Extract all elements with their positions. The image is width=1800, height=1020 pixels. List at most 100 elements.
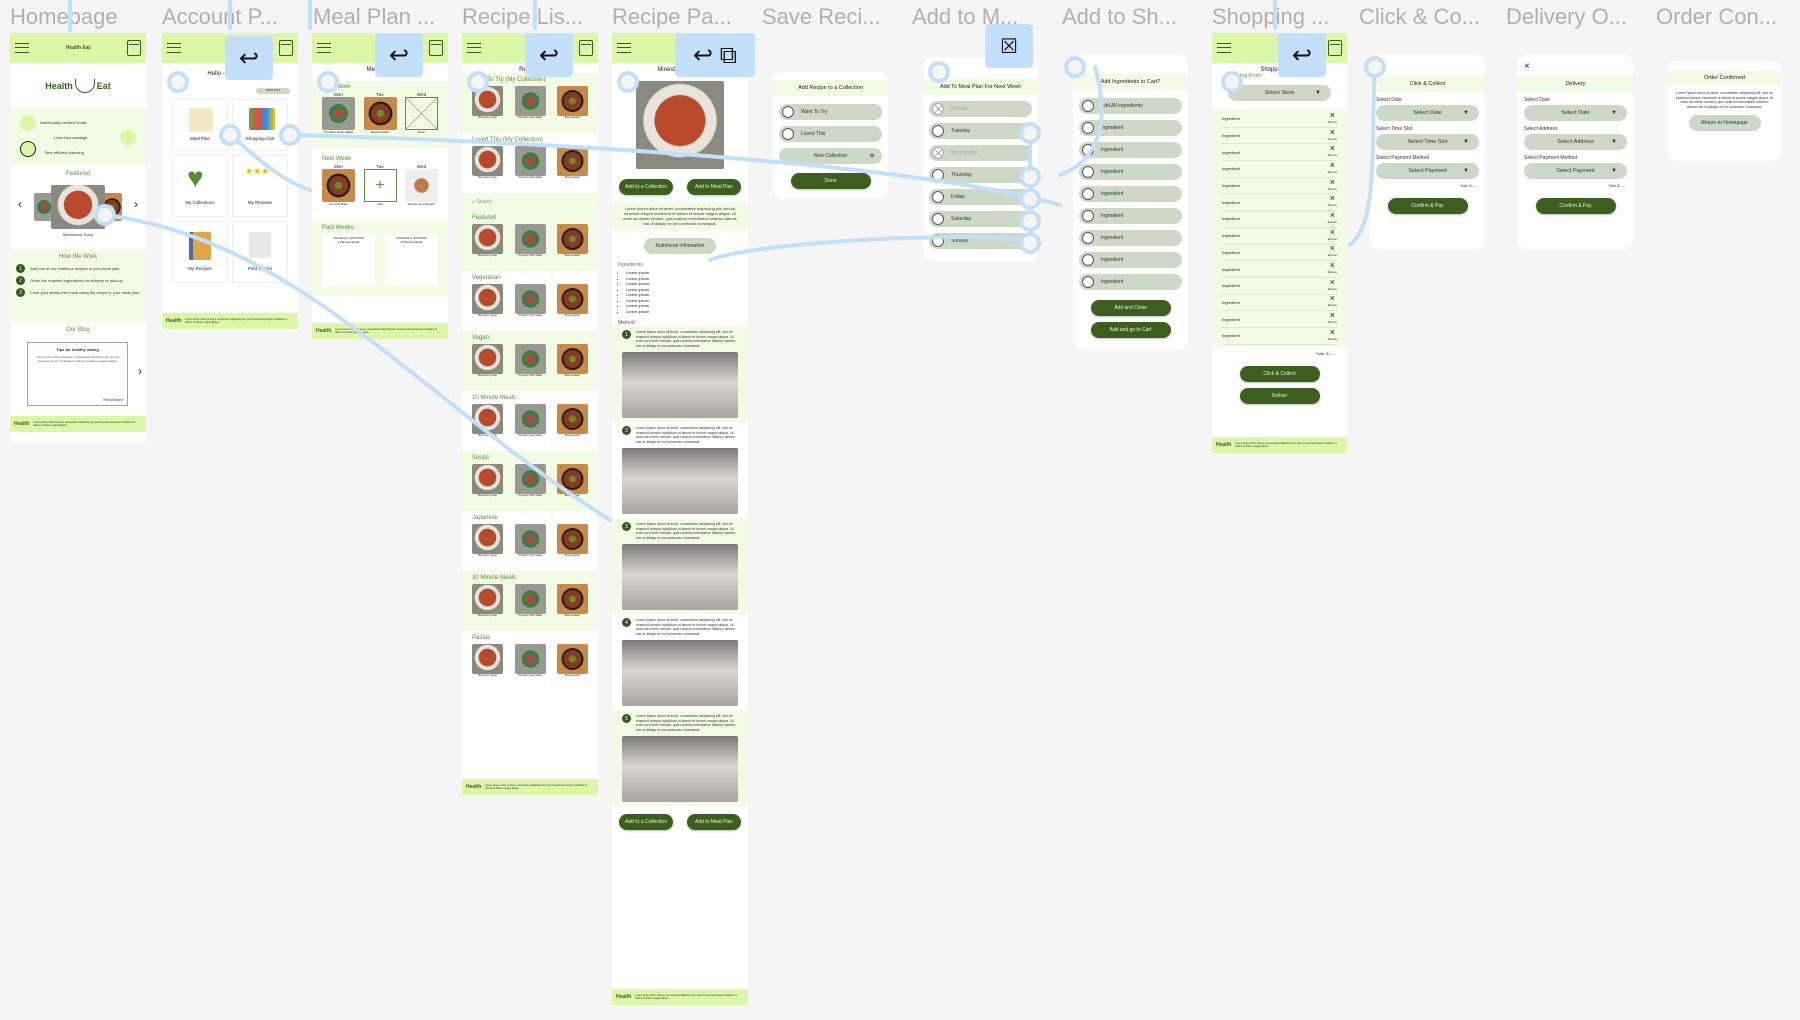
calendar-icon[interactable] — [1328, 40, 1342, 56]
time-slot-dropdown[interactable]: Select Time Slot — [1376, 134, 1479, 150]
recipe-card[interactable]: Minestrone Soup — [472, 86, 503, 119]
recipe-card[interactable]: Pumpkin Grain Salad — [514, 584, 546, 617]
recipe-card[interactable]: Beef Goulash — [557, 404, 588, 437]
tile-my-collections[interactable]: ♥ My Collections — [172, 155, 228, 217]
frame-title-save-recipe[interactable]: Save Reci... — [762, 4, 881, 30]
blog-card[interactable]: Tips for healthy eating Lorem ipsum dolo… — [27, 342, 128, 406]
day-slot[interactable]: Mon Pumpkin Grain Salad — [322, 92, 355, 134]
add-to-meal-plan-button-bottom[interactable]: Add to Meal Plan — [687, 814, 741, 830]
remove-item-button[interactable]: × Remove — [1328, 160, 1337, 175]
payment-dropdown[interactable]: Select Payment — [1376, 163, 1479, 179]
frame-title-meal-plan[interactable]: Meal Plan ... — [313, 4, 435, 30]
recipe-card[interactable]: Minestrone Soup — [472, 464, 503, 497]
address-dropdown[interactable]: Select Address — [1524, 134, 1627, 150]
recipe-card[interactable]: Minestrone Soup — [472, 284, 503, 317]
ingredient-option[interactable]: Ingredient — [1079, 274, 1182, 290]
add-to-meal-plan-button[interactable]: Add to Meal Plan — [687, 179, 741, 195]
frame-title-delivery[interactable]: Delivery O... — [1506, 4, 1627, 30]
frame-title-click-collect[interactable]: Click & Co... — [1359, 4, 1480, 30]
remove-item-button[interactable]: × Remove — [1328, 227, 1337, 242]
back-arrow-icon[interactable]: ↩ — [375, 33, 423, 77]
day-slot-add[interactable]: Tue + Add — [363, 164, 397, 206]
recipe-card[interactable]: Minestrone Soup — [472, 344, 503, 377]
back-arrow-icon[interactable]: ↩ — [225, 36, 273, 80]
day-option[interactable]: Friday — [929, 189, 1032, 205]
collection-option-loved-this[interactable]: Loved This — [779, 126, 882, 142]
day-option[interactable]: Tuesday — [929, 123, 1032, 139]
remove-item-button[interactable]: × Remove — [1328, 144, 1337, 158]
day-slot[interactable]: Wed Salmon and Spinach — [405, 164, 438, 206]
plus-icon[interactable]: + — [363, 169, 397, 202]
date-dropdown[interactable]: Select Date — [1524, 105, 1627, 121]
calendar-icon[interactable] — [429, 40, 443, 56]
remove-item-button[interactable]: × Remove — [1328, 261, 1337, 275]
add-all-ingredients-option[interactable]: Add All Ingredients — [1079, 98, 1182, 114]
collection-option-want-to-try[interactable]: Want To Try — [779, 104, 882, 120]
confirm-pay-button[interactable]: Confirm & Pay — [1535, 198, 1616, 214]
recipe-card[interactable]: Beef Goulash — [557, 644, 588, 677]
date-dropdown[interactable]: Select Date — [1376, 105, 1479, 121]
recipe-card[interactable]: Beef Goulash — [557, 86, 588, 119]
return-to-homepage-button[interactable]: Return to Homepage — [1688, 115, 1761, 131]
recipe-card[interactable]: Beef Goulash — [557, 146, 588, 179]
select-store-dropdown[interactable]: Select Store — [1228, 85, 1331, 101]
frame-title-recipe-page[interactable]: Recipe Pa... — [612, 4, 732, 30]
remove-item-button[interactable]: × Remove — [1328, 210, 1337, 225]
deliver-button[interactable]: Deliver — [1239, 387, 1320, 404]
nutrition-button[interactable]: Nutritional Information — [644, 238, 716, 254]
calendar-icon[interactable] — [279, 40, 293, 56]
past-week-card[interactable]: 11/8/2023 to 20/7/2023 3 Planned Meals — [385, 234, 438, 286]
frame-title-add-shopping[interactable]: Add to Sh... — [1062, 4, 1177, 30]
frame-title-account[interactable]: Account P... — [162, 4, 278, 30]
add-to-collection-button[interactable]: Add to a Collection — [619, 179, 673, 195]
confirm-pay-button[interactable]: Confirm & Pay — [1387, 198, 1468, 214]
carousel-next[interactable]: › — [134, 197, 138, 211]
menu-icon[interactable] — [617, 43, 631, 53]
recipe-card[interactable]: Pumpkin Grain Salad — [514, 284, 546, 317]
menu-icon[interactable] — [167, 43, 181, 53]
remove-item-button[interactable]: × Remove — [1328, 327, 1337, 342]
tile-shopping-cart[interactable]: Shopping Cart — [232, 99, 288, 151]
tile-past-orders[interactable]: Past Orders — [232, 221, 288, 283]
payment-dropdown[interactable]: Select Payment — [1524, 163, 1627, 179]
frame-title-order-confirmed[interactable]: Order Con... — [1656, 4, 1777, 30]
ingredient-option[interactable]: Ingredient — [1079, 142, 1182, 158]
remove-item-button[interactable]: × Remove — [1328, 294, 1337, 308]
day-slot[interactable]: Wed None — [405, 92, 438, 134]
recipe-card[interactable]: Minestrone Soup — [472, 644, 503, 677]
recipe-card[interactable]: Pumpkin Grain Salad — [514, 464, 546, 497]
day-slot[interactable]: Tue Beef Goulash — [363, 92, 397, 134]
frame-title-shopping-cart[interactable]: Shopping ... — [1212, 4, 1329, 30]
day-option[interactable]: Thursday — [929, 167, 1032, 183]
back-and-overlay-icon[interactable]: ↩ ⧉ — [675, 33, 755, 77]
sign-out-button[interactable]: SIGN OUT — [256, 88, 290, 94]
recipe-card[interactable]: Beef Goulash — [557, 224, 588, 257]
day-slot[interactable]: Mon Gnocchi Bake — [322, 164, 355, 206]
menu-icon[interactable] — [317, 43, 331, 53]
recipe-card[interactable]: Beef Goulash — [557, 524, 588, 557]
recipe-card[interactable]: Minestrone Soup — [472, 584, 503, 617]
search-input[interactable]: ⌕ Search — [462, 193, 598, 211]
recipe-card[interactable]: Minestrone Soup — [472, 404, 503, 437]
menu-icon[interactable] — [1217, 43, 1231, 53]
frame-title-homepage[interactable]: Homepage — [10, 4, 118, 30]
recipe-card[interactable]: Beef Goulash — [557, 344, 588, 377]
day-option[interactable]: Sunday — [929, 233, 1032, 249]
recipe-card[interactable]: Pumpkin Grain Salad — [514, 524, 546, 557]
menu-icon[interactable] — [467, 43, 481, 53]
logo[interactable]: Health Eat — [66, 45, 90, 51]
day-option[interactable]: Saturday — [929, 211, 1032, 227]
tile-my-reviews[interactable]: ★★★ My Reviews — [232, 155, 288, 217]
menu-icon[interactable] — [15, 43, 29, 53]
ingredient-option[interactable]: Ingredient — [1079, 208, 1182, 224]
add-and-go-to-cart-button[interactable]: Add and go to Cart — [1090, 322, 1171, 338]
recipe-card[interactable]: Pumpkin Grain Salad — [514, 146, 546, 179]
tile-my-recipes[interactable]: My Recipes — [172, 221, 228, 283]
done-button[interactable]: Done — [790, 173, 871, 189]
featured-image[interactable] — [51, 185, 105, 229]
back-arrow-icon[interactable]: ↩ — [1278, 33, 1326, 77]
recipe-card[interactable]: Minestrone Soup — [472, 224, 503, 257]
blog-next[interactable]: › — [138, 364, 142, 378]
remove-item-button[interactable]: × Remove — [1328, 244, 1337, 258]
read-more-link[interactable]: Read More — [103, 397, 123, 402]
